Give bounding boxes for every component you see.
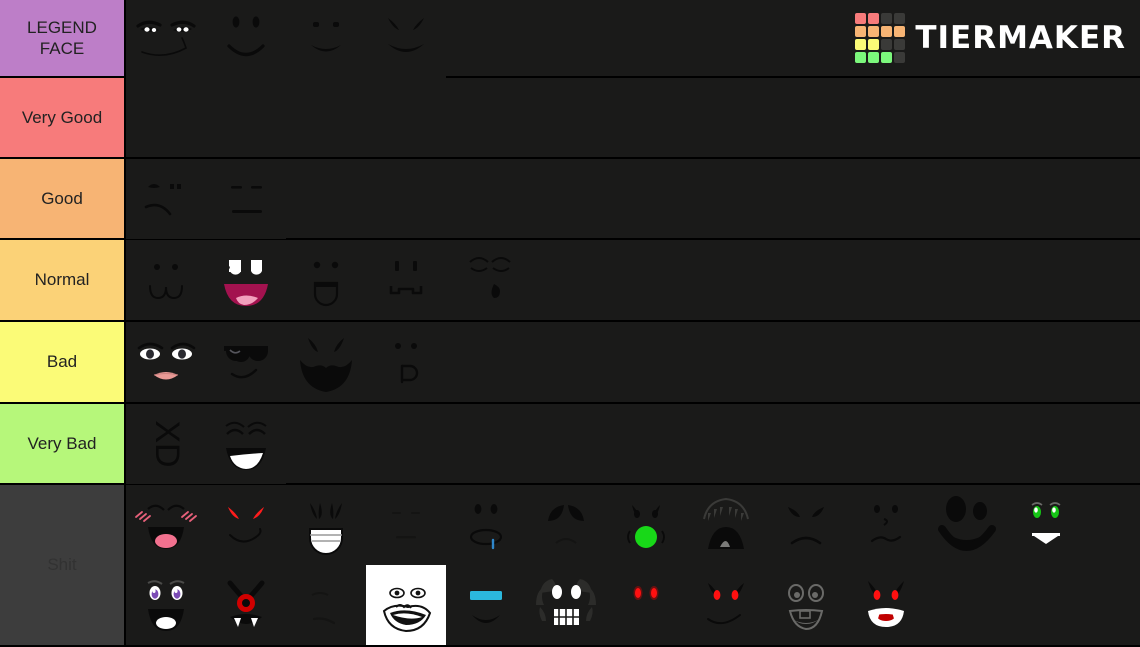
half-lidded-smirk-face[interactable]: [126, 159, 206, 239]
tier-row: Shit: [0, 485, 1140, 645]
glowing-red-eyes-face[interactable]: [606, 565, 686, 645]
cartoon-eyes-tooth-smile-face[interactable]: [766, 565, 846, 645]
tier-row: Bad: [0, 322, 1140, 404]
tier-row: Normal: [0, 240, 1140, 322]
smug-eyebrows-face[interactable]: [126, 0, 206, 80]
lipstick-face[interactable]: [126, 322, 206, 402]
flat-neutral-face[interactable]: [286, 565, 366, 645]
confused-squiggle-face[interactable]: [846, 485, 926, 565]
red-nose-vampire-face[interactable]: [206, 565, 286, 645]
svg-text:XD: XD: [148, 420, 186, 467]
anime-eyes-open-smile-face[interactable]: [126, 565, 206, 645]
red-eyes-curve-smile-face[interactable]: [686, 565, 766, 645]
tier-label-good[interactable]: Good: [0, 159, 126, 238]
tierlist-app: LEGEND FACE TIERMAKER Very Good Good Normal B…: [0, 0, 1140, 647]
faint-dashes-face[interactable]: [366, 485, 446, 565]
tier-row: Good: [0, 159, 1140, 240]
leaf-eyes-sad-face[interactable]: [526, 485, 606, 565]
red-eyed-vampire-fangs-face[interactable]: [846, 565, 926, 645]
big-oval-eye-smile-face[interactable]: [926, 485, 1006, 565]
sunglasses-face[interactable]: [206, 322, 286, 402]
tier-label-bad[interactable]: Bad: [0, 322, 126, 402]
tier-items-container[interactable]: [126, 322, 1140, 402]
tiermaker-brand: TIERMAKER: [855, 0, 1140, 76]
sleepy-teardrop-face[interactable]: [446, 240, 526, 320]
cyan-visor-smile-face[interactable]: [446, 565, 526, 645]
red-eyes-smirk-face[interactable]: [206, 485, 286, 565]
tier-items-container[interactable]: TIERMAKER: [126, 0, 1140, 80]
tier-items-container[interactable]: [126, 159, 1140, 239]
tier-label-shit[interactable]: Shit: [0, 485, 126, 645]
tiermaker-wordmark: TIERMAKER: [915, 20, 1126, 56]
w-mouth-face[interactable]: [126, 240, 206, 320]
bearded-angry-face[interactable]: [286, 322, 366, 402]
screaming-skull-face[interactable]: [526, 565, 606, 645]
tier-items-container[interactable]: XD: [126, 404, 1140, 484]
classic-smile-face[interactable]: [206, 0, 286, 80]
square-tooth-face[interactable]: [286, 240, 366, 320]
drooling-oval-mouth-face[interactable]: [446, 485, 526, 565]
small-eyes-smile-face[interactable]: [286, 0, 366, 80]
tier-label-normal[interactable]: Normal: [0, 240, 126, 320]
tier-items-container[interactable]: [126, 240, 1140, 320]
tongue-out-face[interactable]: [366, 322, 446, 402]
green-mouth-angry-face[interactable]: [606, 485, 686, 565]
tier-label-legend-face[interactable]: LEGEND FACE: [0, 0, 126, 76]
xd-rotated-face[interactable]: XD: [126, 404, 206, 484]
tier-label-very-bad[interactable]: Very Bad: [0, 404, 126, 483]
dash-eyes-flat-mouth-face[interactable]: [206, 159, 286, 239]
tier-row: LEGEND FACE TIERMAKER: [0, 0, 1140, 80]
tier-items-container[interactable]: [126, 78, 1140, 157]
blushing-open-mouth-face[interactable]: [126, 485, 206, 565]
tier-row: Very Good: [0, 78, 1140, 159]
tiermaker-logo-icon: [855, 13, 906, 63]
troll-face[interactable]: [366, 565, 446, 645]
grumpy-frown-face[interactable]: [766, 485, 846, 565]
tier-items-container[interactable]: [126, 485, 1140, 645]
green-eyes-flat-teeth-face[interactable]: [1006, 485, 1086, 565]
tier-label-very-good[interactable]: Very Good: [0, 78, 126, 157]
squint-white-smile-face[interactable]: [206, 404, 286, 484]
fanged-hood-face[interactable]: [686, 485, 766, 565]
epic-face[interactable]: [206, 240, 286, 320]
angry-brows-smile-face[interactable]: [366, 0, 446, 80]
buck-tooth-face[interactable]: [366, 240, 446, 320]
tier-row: Very Bad XD: [0, 404, 1140, 485]
white-teeth-grin-face[interactable]: [286, 485, 366, 565]
